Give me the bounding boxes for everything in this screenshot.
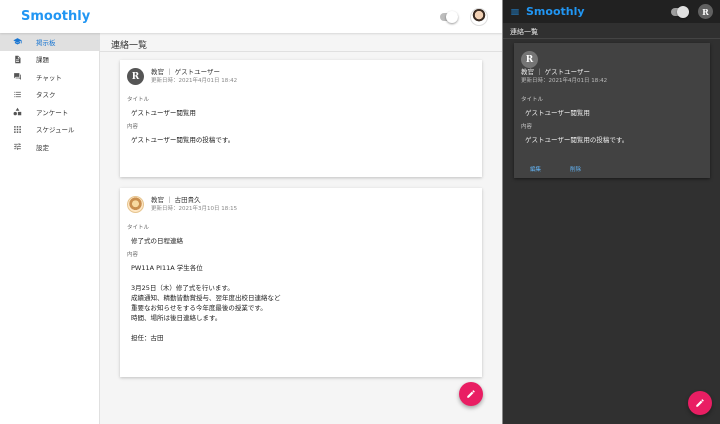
title-label: タイトル bbox=[521, 97, 544, 103]
app-bar: Smoothly R bbox=[503, 0, 720, 23]
chat-icon bbox=[12, 72, 22, 82]
pencil-icon bbox=[467, 390, 475, 398]
post-card[interactable]: R 教官 ｜ ゲストユーザー 更新日時：2021年4月01日 18:42 タイト… bbox=[514, 43, 710, 178]
post-author: 教官 ｜ 古田貴久 bbox=[151, 196, 201, 204]
post-content: PW11A PI11A 学生各位 3月25日（木）修了式を行います。 成績通知、… bbox=[131, 264, 281, 342]
content-label: 内容 bbox=[127, 124, 139, 130]
title-label: タイトル bbox=[127, 225, 150, 231]
avatar-letter: R bbox=[525, 54, 534, 65]
post-author: 教官 ｜ ゲストユーザー bbox=[151, 68, 221, 76]
content-label: 内容 bbox=[521, 124, 533, 130]
author-avatar: R bbox=[127, 68, 144, 85]
sidebar-item-label: スケジュール bbox=[36, 126, 75, 135]
sidebar-item-label: アンケート bbox=[36, 108, 69, 117]
new-post-button[interactable] bbox=[688, 391, 712, 415]
toggle-knob bbox=[446, 10, 458, 23]
post-title: ゲストユーザー閲覧用 bbox=[525, 109, 590, 117]
post-content: ゲストユーザー閲覧用の投稿です。 bbox=[131, 136, 235, 144]
sidebar-item-board[interactable]: 掲示板 bbox=[0, 33, 99, 51]
avatar-letter: R bbox=[131, 71, 140, 82]
pencil-icon bbox=[696, 399, 704, 407]
shapes-icon bbox=[12, 107, 22, 117]
app-logo[interactable]: Smoothly bbox=[21, 9, 90, 24]
sidebar-item-tasks[interactable]: タスク bbox=[0, 86, 99, 104]
theme-toggle[interactable] bbox=[440, 10, 458, 23]
edit-button[interactable]: 編集 bbox=[530, 165, 541, 173]
author-avatar: R bbox=[521, 51, 538, 68]
post-header: R 教官 ｜ ゲストユーザー 更新日時：2021年4月01日 18:42 bbox=[127, 68, 475, 86]
sidebar-item-label: チャット bbox=[36, 73, 62, 82]
title-label: タイトル bbox=[127, 97, 150, 103]
app-bar: Smoothly bbox=[0, 0, 502, 33]
author-avatar bbox=[127, 196, 144, 213]
grid-icon bbox=[12, 124, 22, 134]
post-card[interactable]: R 教官 ｜ ゲストユーザー 更新日時：2021年4月01日 18:42 タイト… bbox=[120, 60, 482, 177]
sidebar-item-label: タスク bbox=[36, 91, 56, 100]
sidebar-item-chat[interactable]: チャット bbox=[0, 68, 99, 86]
avatar-letter: R bbox=[702, 6, 709, 17]
post-title: ゲストユーザー閲覧用 bbox=[131, 109, 196, 117]
sidebar-item-label: 課題 bbox=[36, 56, 49, 65]
light-theme-window: Smoothly 掲示板 課題 チャット タスク アンケート スケジュール 設定… bbox=[0, 0, 502, 424]
school-icon bbox=[12, 37, 22, 47]
post-header: R 教官 ｜ ゲストユーザー 更新日時：2021年4月01日 18:42 bbox=[521, 51, 703, 86]
sidebar-item-schedule[interactable]: スケジュール bbox=[0, 121, 99, 139]
user-avatar[interactable] bbox=[470, 7, 488, 26]
page-title: 連絡一覧 bbox=[100, 33, 502, 52]
post-updated: 更新日時：2021年4月01日 18:42 bbox=[521, 78, 608, 84]
list-icon bbox=[12, 89, 22, 99]
sidebar-item-survey[interactable]: アンケート bbox=[0, 103, 99, 121]
new-post-button[interactable] bbox=[459, 382, 483, 406]
toggle-knob bbox=[677, 5, 689, 18]
document-icon bbox=[12, 54, 22, 64]
content-label: 内容 bbox=[127, 252, 139, 258]
sidebar-item-label: 設定 bbox=[36, 143, 49, 152]
post-card[interactable]: 教官 ｜ 古田貴久 更新日時：2021年3月10日 18:15 タイトル 修了式… bbox=[120, 188, 482, 377]
sidebar: 掲示板 課題 チャット タスク アンケート スケジュール 設定 bbox=[0, 33, 100, 424]
theme-toggle[interactable] bbox=[671, 5, 689, 18]
post-author: 教官 ｜ ゲストユーザー bbox=[521, 68, 591, 76]
menu-icon[interactable] bbox=[510, 7, 520, 17]
post-content: ゲストユーザー閲覧用の投稿です。 bbox=[525, 136, 629, 144]
main-content: 連絡一覧 R 教官 ｜ ゲストユーザー 更新日時：2021年4月01日 18:4… bbox=[100, 33, 502, 424]
page-title: 連絡一覧 bbox=[503, 23, 720, 39]
post-title: 修了式の日程連絡 bbox=[131, 237, 183, 245]
card-actions: 編集 削除 bbox=[521, 165, 703, 173]
sidebar-item-settings[interactable]: 設定 bbox=[0, 138, 99, 156]
tune-icon bbox=[12, 142, 22, 152]
post-updated: 更新日時：2021年3月10日 18:15 bbox=[151, 206, 238, 212]
post-header: 教官 ｜ 古田貴久 更新日時：2021年3月10日 18:15 bbox=[127, 196, 475, 214]
app-logo[interactable]: Smoothly bbox=[526, 5, 585, 18]
sidebar-item-label: 掲示板 bbox=[36, 38, 56, 47]
dark-theme-window: Smoothly R 連絡一覧 R 教官 ｜ ゲストユーザー 更新日時：2021… bbox=[503, 0, 720, 424]
user-avatar[interactable]: R bbox=[698, 4, 713, 19]
sidebar-item-assignments[interactable]: 課題 bbox=[0, 51, 99, 69]
delete-button[interactable]: 削除 bbox=[570, 165, 581, 173]
post-updated: 更新日時：2021年4月01日 18:42 bbox=[151, 78, 238, 84]
